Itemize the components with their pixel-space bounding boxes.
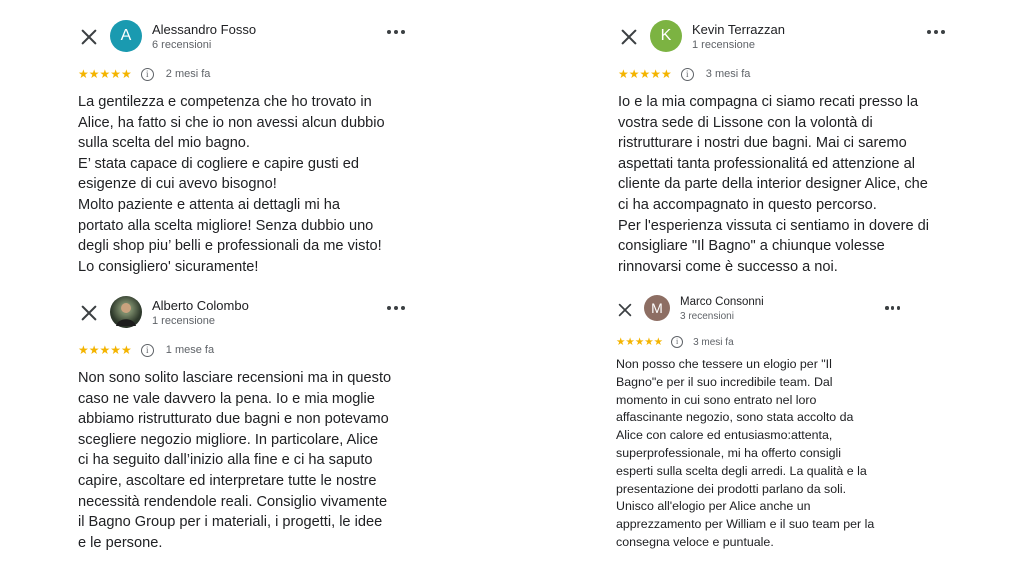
avatar[interactable]: A [110,20,142,52]
rating-row: ★★★★★ i 3 mesi fa [618,67,750,81]
review-date: 2 mesi fa [165,68,211,80]
avatar[interactable] [110,296,142,328]
author-name[interactable]: Alessandro Fosso [152,22,256,37]
avatar[interactable]: K [650,20,682,52]
rating-row: ★★★★★ i 3 mesi fa [616,336,734,348]
review-card-alberto: Alberto Colombo 1 recensione ★★★★★ i 1 m… [60,292,432,562]
review-text: Non sono solito lasciare recensioni ma i… [78,370,392,551]
review-header: A Alessandro Fosso 6 recensioni [60,16,432,60]
author-name[interactable]: Alberto Colombo [152,298,249,313]
review-header: Alberto Colombo 1 recensione [60,292,432,336]
review-header: M Marco Consonni 3 recensioni [598,290,968,334]
close-icon[interactable] [78,302,100,324]
info-icon[interactable]: i [140,343,154,357]
review-date: 3 mesi fa [693,336,734,348]
review-count: 1 recensione [152,315,215,327]
more-options-icon[interactable] [387,306,405,312]
star-rating: ★★★★★ [618,67,672,81]
review-text: Io e la mia compagna ci siamo recati pre… [618,94,930,275]
rating-row: ★★★★★ i 1 mese fa [78,343,214,357]
review-count: 1 recensione [692,39,755,51]
author-name[interactable]: Marco Consonni [680,296,764,308]
more-options-icon[interactable] [387,30,405,36]
review-date: 1 mese fa [165,344,215,356]
info-icon[interactable]: i [680,67,694,81]
avatar[interactable]: M [644,295,670,321]
rating-row: ★★★★★ i 2 mesi fa [78,67,210,81]
review-count: 6 recensioni [152,39,212,51]
review-text: La gentilezza e competenza che ho trovat… [78,94,385,275]
star-rating: ★★★★★ [616,336,664,348]
review-card-marco: M Marco Consonni 3 recensioni ★★★★★ i 3 … [598,290,968,566]
info-icon[interactable]: i [671,336,684,348]
review-date: 3 mesi fa [705,68,751,80]
star-rating: ★★★★★ [78,343,132,357]
close-icon[interactable] [616,301,635,320]
profile-photo-icon [116,303,136,326]
review-count: 3 recensioni [680,311,734,322]
review-text: Non posso che tessere un elogio per "Il … [616,357,875,549]
review-card-kevin: K Kevin Terrazzan 1 recensione ★★★★★ i 3… [600,16,970,286]
more-options-icon[interactable] [885,306,900,312]
more-options-icon[interactable] [927,30,945,36]
close-icon[interactable] [618,26,640,48]
star-rating: ★★★★★ [78,67,132,81]
review-card-alessandro: A Alessandro Fosso 6 recensioni ★★★★★ i … [60,16,432,286]
review-header: K Kevin Terrazzan 1 recensione [600,16,970,60]
info-icon[interactable]: i [140,67,154,81]
author-name[interactable]: Kevin Terrazzan [692,22,785,37]
close-icon[interactable] [78,26,100,48]
